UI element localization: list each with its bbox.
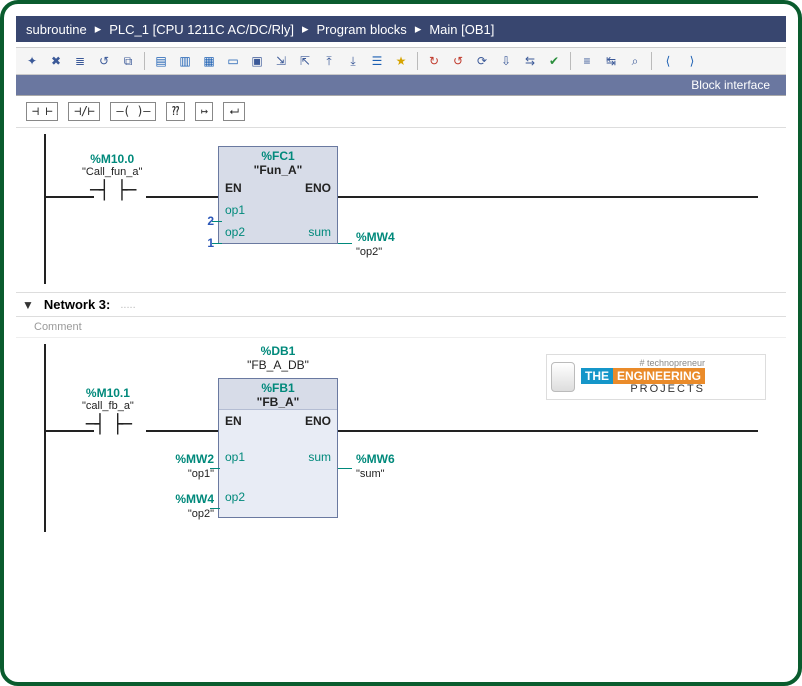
lad-favorites: ⊣ ⊢ ⊣/⊢ —( )— ⁇ ↦ ⮠ <box>16 96 786 128</box>
favorite-icon[interactable]: ★ <box>391 51 411 71</box>
fb1-instance-db[interactable]: %DB1 "FB_A_DB" <box>218 344 338 372</box>
go-offline-icon[interactable]: ↺ <box>448 51 468 71</box>
fc1-sum-output[interactable]: %MW4 "op2" <box>356 230 395 258</box>
outdent-icon[interactable]: ↹ <box>601 51 621 71</box>
scroll-left-icon[interactable]: ⟨ <box>658 51 678 71</box>
comment-icon[interactable]: ▭ <box>223 51 243 71</box>
compare-icon[interactable]: ⇆ <box>520 51 540 71</box>
view2-icon[interactable]: ▥ <box>175 51 195 71</box>
compile-icon[interactable]: ✔ <box>544 51 564 71</box>
monitor-icon[interactable]: ⟳ <box>472 51 492 71</box>
network-3-comment[interactable]: Comment <box>16 317 786 338</box>
fc1-block[interactable]: %FC1 "Fun_A" ENENO op1 op2 sum <box>218 146 338 244</box>
contact-call-fb-a[interactable]: %M10.1 "call_fb_a" ─┤ ├─ <box>82 386 134 435</box>
no-contact-icon: ─┤ ├─ <box>90 180 134 201</box>
nc-contact-button[interactable]: ⊣/⊢ <box>68 102 100 121</box>
rung-fc1: %M10.0 "Call_fun_a" ─┤ ├─ %FC1 "Fun_A" E… <box>44 134 776 284</box>
block-interface-bar[interactable]: Block interface <box>16 75 786 96</box>
delete-network-icon[interactable]: ✖ <box>46 51 66 71</box>
no-contact-icon: ─┤ ├─ <box>86 414 130 435</box>
width-minus-icon[interactable]: ⇱ <box>295 51 315 71</box>
empty-box-button[interactable]: ⁇ <box>166 102 185 121</box>
fc1-op1-value[interactable]: 2 <box>192 214 214 228</box>
contact-call-fun-a[interactable]: %M10.0 "Call_fun_a" ─┤ ├─ <box>82 152 142 201</box>
fb1-op1-input[interactable]: %MW2 "op1" <box>154 452 214 480</box>
view3-icon[interactable]: ▦ <box>199 51 219 71</box>
collapse-icon[interactable]: ▼ <box>22 298 34 312</box>
fb1-op2-input[interactable]: %MW4 "op2" <box>154 492 214 520</box>
height-minus-icon[interactable]: ⤓ <box>343 51 363 71</box>
bc-plc[interactable]: PLC_1 [CPU 1211C AC/DC/Rly] <box>109 22 294 37</box>
bc-program-blocks[interactable]: Program blocks <box>317 22 407 37</box>
close-branch-button[interactable]: ⮠ <box>223 102 244 121</box>
fb1-block[interactable]: %FB1 "FB_A" ENENO op1 sum op2 <box>218 378 338 518</box>
scroll-right-icon[interactable]: ⟩ <box>682 51 702 71</box>
coil-button[interactable]: —( )— <box>110 102 156 121</box>
select1-icon[interactable]: ☰ <box>367 51 387 71</box>
chevron-icon: ▸ <box>95 21 102 37</box>
zoom-fit-icon[interactable]: ▣ <box>247 51 267 71</box>
left-rail <box>44 134 46 284</box>
width-plus-icon[interactable]: ⇲ <box>271 51 291 71</box>
rung-fb1: %DB1 "FB_A_DB" %M10.1 "call_fb_a" ─┤ ├─ … <box>44 344 776 532</box>
network-3-header[interactable]: ▼ Network 3: ..... <box>16 292 786 317</box>
bc-subroutine[interactable]: subroutine <box>26 22 87 37</box>
open-branch-button[interactable]: ↦ <box>195 102 214 121</box>
fb1-sum-output[interactable]: %MW6 "sum" <box>356 452 395 480</box>
editor-toolbar: ✦ ✖ ≣ ↺ ⧉ ▤ ▥ ▦ ▭ ▣ ⇲ ⇱ ⤒ ⤓ ☰ ★ ↻ ↺ ⟳ ⇩ … <box>16 48 786 75</box>
bc-main-ob1[interactable]: Main [OB1] <box>429 22 494 37</box>
find-icon[interactable]: ⌕ <box>625 51 645 71</box>
go-online-icon[interactable]: ↻ <box>424 51 444 71</box>
network-upper: %M10.0 "Call_fun_a" ─┤ ├─ %FC1 "Fun_A" E… <box>16 128 786 284</box>
breadcrumb: subroutine ▸ PLC_1 [CPU 1211C AC/DC/Rly]… <box>16 16 786 42</box>
indent-icon[interactable]: ≡ <box>577 51 597 71</box>
chevron-icon: ▸ <box>302 21 309 37</box>
library-icon[interactable]: ⧉ <box>118 51 138 71</box>
network-3: %DB1 "FB_A_DB" %M10.1 "call_fb_a" ─┤ ├─ … <box>16 338 786 532</box>
reset-icon[interactable]: ↺ <box>94 51 114 71</box>
download-icon[interactable]: ⇩ <box>496 51 516 71</box>
insert-row-icon[interactable]: ≣ <box>70 51 90 71</box>
no-contact-button[interactable]: ⊣ ⊢ <box>26 102 58 121</box>
height-plus-icon[interactable]: ⤒ <box>319 51 339 71</box>
fc1-op2-value[interactable]: 1 <box>192 236 214 250</box>
insert-network-icon[interactable]: ✦ <box>22 51 42 71</box>
view1-icon[interactable]: ▤ <box>151 51 171 71</box>
left-rail <box>44 344 46 532</box>
chevron-icon: ▸ <box>415 21 422 37</box>
